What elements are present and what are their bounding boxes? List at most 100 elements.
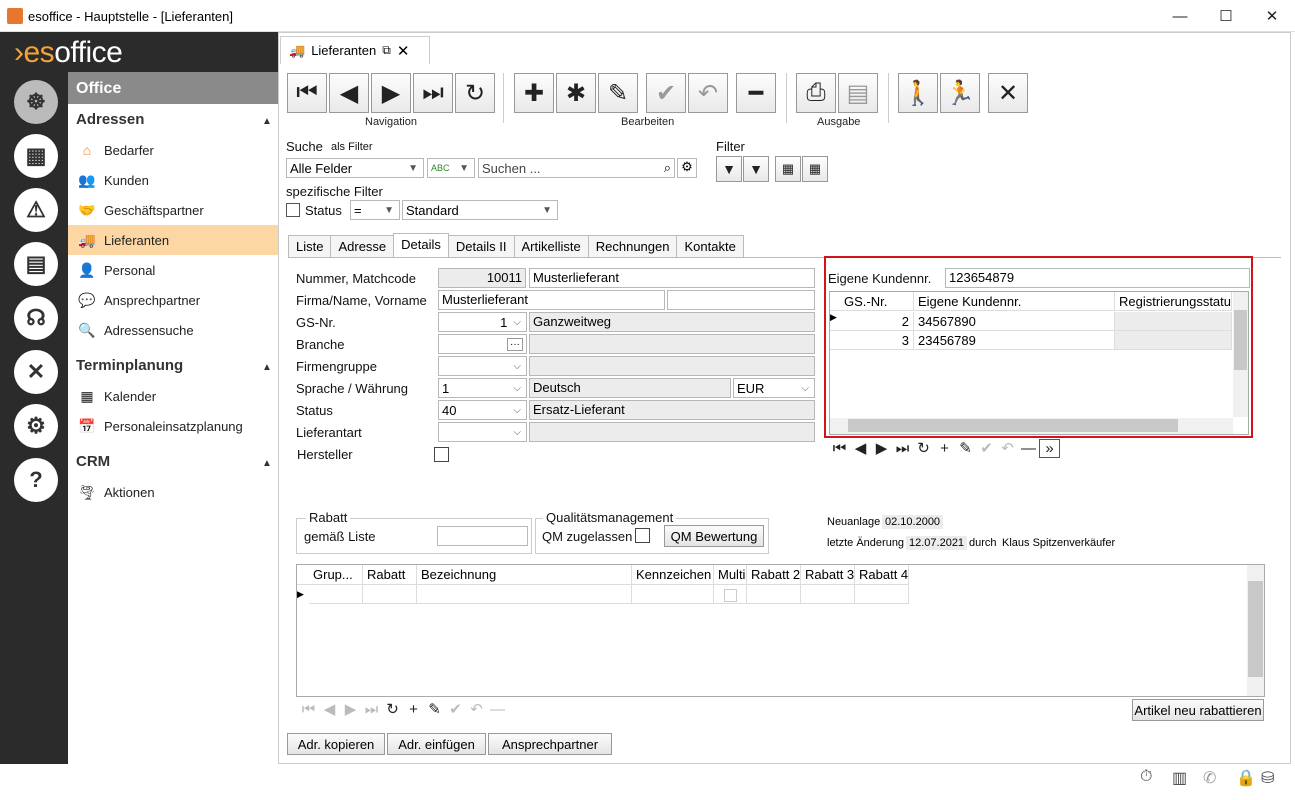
save-button[interactable]: ✔ <box>646 73 686 113</box>
close-window-button[interactable]: ✕ <box>1249 0 1295 32</box>
gears-icon[interactable]: ⚙ <box>14 404 58 448</box>
artikel-neu-rabattieren-button[interactable]: Artikel neu rabattieren <box>1132 699 1264 721</box>
status-select[interactable]: 40 ⌵ <box>438 400 527 420</box>
column-header[interactable]: Rabatt <box>363 565 417 584</box>
walk-icon-button[interactable]: 🚶 <box>898 73 938 113</box>
first-icon[interactable]: ⏮ <box>298 701 319 718</box>
column-header[interactable]: GS.-Nr. <box>840 292 914 310</box>
qm-bewertung-button[interactable]: QM Bewertung <box>664 525 764 547</box>
column-header[interactable]: Grup... <box>309 565 363 584</box>
firma-field[interactable]: Musterlieferant <box>438 290 665 310</box>
refresh-icon[interactable]: ↻ <box>913 439 934 457</box>
undo-button[interactable]: ↶ <box>688 73 728 113</box>
building-icon[interactable]: ▥ <box>1172 768 1187 788</box>
vertical-scrollbar[interactable] <box>1233 292 1248 417</box>
asterisk-button[interactable]: ✱ <box>556 73 596 113</box>
tab-rechnungen[interactable]: Rechnungen <box>587 235 678 257</box>
last-icon[interactable]: ⏭ <box>361 701 382 718</box>
sidebar-item-personal[interactable]: 👤 Personal <box>68 255 278 285</box>
save-icon[interactable]: ✔ <box>445 700 466 718</box>
next-icon[interactable]: ▶ <box>340 700 361 718</box>
alarm-light-icon[interactable]: ⚠ <box>14 188 58 232</box>
next-record-button[interactable]: ▶ <box>371 73 411 113</box>
tab-kontakte[interactable]: Kontakte <box>676 235 744 257</box>
run-icon-button[interactable]: 🏃 <box>940 73 980 113</box>
database-icon[interactable]: ⛁ <box>1261 768 1274 788</box>
minimize-button[interactable]: — <box>1157 0 1203 32</box>
delete-icon[interactable]: — <box>487 701 508 718</box>
multi-checkbox[interactable] <box>723 589 737 602</box>
filter-grid-icon[interactable]: ▦ <box>775 156 801 182</box>
popout-icon[interactable]: ⧉ <box>382 43 391 58</box>
column-header[interactable]: Eigene Kundennr. <box>914 292 1115 310</box>
adr-einfuegen-button[interactable]: Adr. einfügen <box>387 733 486 755</box>
helm-icon[interactable]: ☸ <box>14 80 58 124</box>
document-tab[interactable]: 🚚 Lieferanten ⧉ ✕ <box>280 36 430 64</box>
hersteller-checkbox[interactable] <box>434 447 449 462</box>
tab-details[interactable]: Details <box>393 233 449 257</box>
sidebar-item-bedarfer[interactable]: ⌂ Bedarfer <box>68 135 278 165</box>
section-crm[interactable]: CRM <box>76 453 110 470</box>
sidebar-item-kalender[interactable]: ▦ Kalender <box>68 381 278 411</box>
edit-icon[interactable]: ✎ <box>424 700 445 718</box>
prev-icon[interactable]: ◀ <box>850 439 871 457</box>
cash-register-icon[interactable]: ▤ <box>14 242 58 286</box>
add-button[interactable]: ✚ <box>514 73 554 113</box>
nummer-field[interactable]: 10011 <box>438 268 526 288</box>
search-field-select[interactable]: Alle Felder ▼ <box>286 158 424 178</box>
vorname-field[interactable] <box>667 290 815 310</box>
headset-icon[interactable]: ☊ <box>14 296 58 340</box>
operator-select[interactable]: = ▼ <box>350 200 400 220</box>
cancel-button[interactable]: ✕ <box>988 73 1028 113</box>
sidebar-item-aktionen[interactable]: 🌪 Aktionen <box>68 477 278 507</box>
tab-adresse[interactable]: Adresse <box>330 235 395 257</box>
column-header[interactable]: Bezeichnung <box>417 565 632 584</box>
tab-artikelliste[interactable]: Artikelliste <box>513 235 589 257</box>
funnel-check-icon[interactable]: ▼ <box>743 156 769 182</box>
add-icon[interactable]: + <box>934 440 955 457</box>
horizontal-scrollbar[interactable] <box>830 418 1233 434</box>
table-row[interactable]: ▶ 2 34567890 <box>830 312 1232 331</box>
branche-field[interactable]: ··· <box>438 334 527 354</box>
tools-icon[interactable]: ✕ <box>14 350 58 394</box>
export-button[interactable]: ▤ <box>838 73 878 113</box>
stopwatch-icon[interactable]: ⏱ <box>1140 768 1152 786</box>
status-filter-checkbox[interactable] <box>286 203 300 217</box>
status-filter-select[interactable]: Standard ▼ <box>402 200 558 220</box>
first-record-button[interactable]: ⏮ <box>287 73 327 113</box>
print-button[interactable]: ⎙ <box>796 73 836 113</box>
search-settings-button[interactable]: ⚙ <box>677 158 697 178</box>
rabatt-liste-field[interactable] <box>437 526 528 546</box>
vertical-scrollbar[interactable] <box>1247 565 1264 696</box>
calendar-grid-icon[interactable]: ▦ <box>14 134 58 178</box>
column-header[interactable]: Registrierungsstatus <box>1115 292 1232 310</box>
maximize-button[interactable]: ☐ <box>1203 0 1249 32</box>
funnel-icon[interactable]: ▼ <box>716 156 742 182</box>
previous-record-button[interactable]: ◀ <box>329 73 369 113</box>
phone-icon[interactable]: ✆ <box>1203 768 1216 788</box>
ansprechpartner-button[interactable]: Ansprechpartner <box>488 733 612 755</box>
collapse-caret-icon[interactable]: ▲ <box>262 458 272 469</box>
section-adressen[interactable]: Adressen <box>76 111 144 128</box>
lieferantart-select[interactable]: ⌵ <box>438 422 527 442</box>
delete-icon[interactable]: — <box>1018 440 1039 457</box>
gs-select[interactable]: 1 ⌵ <box>438 312 527 332</box>
matchcode-field[interactable]: Musterlieferant <box>529 268 815 288</box>
close-tab-icon[interactable]: ✕ <box>397 42 410 60</box>
tab-details-ii[interactable]: Details II <box>447 235 515 257</box>
sidebar-item-geschaeftspartner[interactable]: 🤝 Geschäftspartner <box>68 195 278 225</box>
column-header[interactable]: Kennzeichen <box>632 565 714 584</box>
last-record-button[interactable]: ⏭ <box>413 73 453 113</box>
lock-icon[interactable]: 🔒 <box>1236 768 1256 788</box>
more-icon[interactable]: » <box>1039 438 1060 458</box>
column-header[interactable]: Multi <box>714 565 747 584</box>
sidebar-item-personaleinsatzplanung[interactable]: 📅 Personaleinsatzplanung <box>68 411 278 441</box>
search-mode-select[interactable]: ABC ▼ <box>427 158 475 178</box>
search-input[interactable]: Suchen ... ⌕ <box>478 158 675 178</box>
sidebar-item-kunden[interactable]: 👥 Kunden <box>68 165 278 195</box>
adr-kopieren-button[interactable]: Adr. kopieren <box>287 733 385 755</box>
filter-grid2-icon[interactable]: ▦ <box>802 156 828 182</box>
waehrung-select[interactable]: EUR ⌵ <box>733 378 815 398</box>
column-header[interactable]: Rabatt 4 <box>855 565 909 584</box>
undo-icon[interactable]: ↶ <box>997 439 1018 457</box>
